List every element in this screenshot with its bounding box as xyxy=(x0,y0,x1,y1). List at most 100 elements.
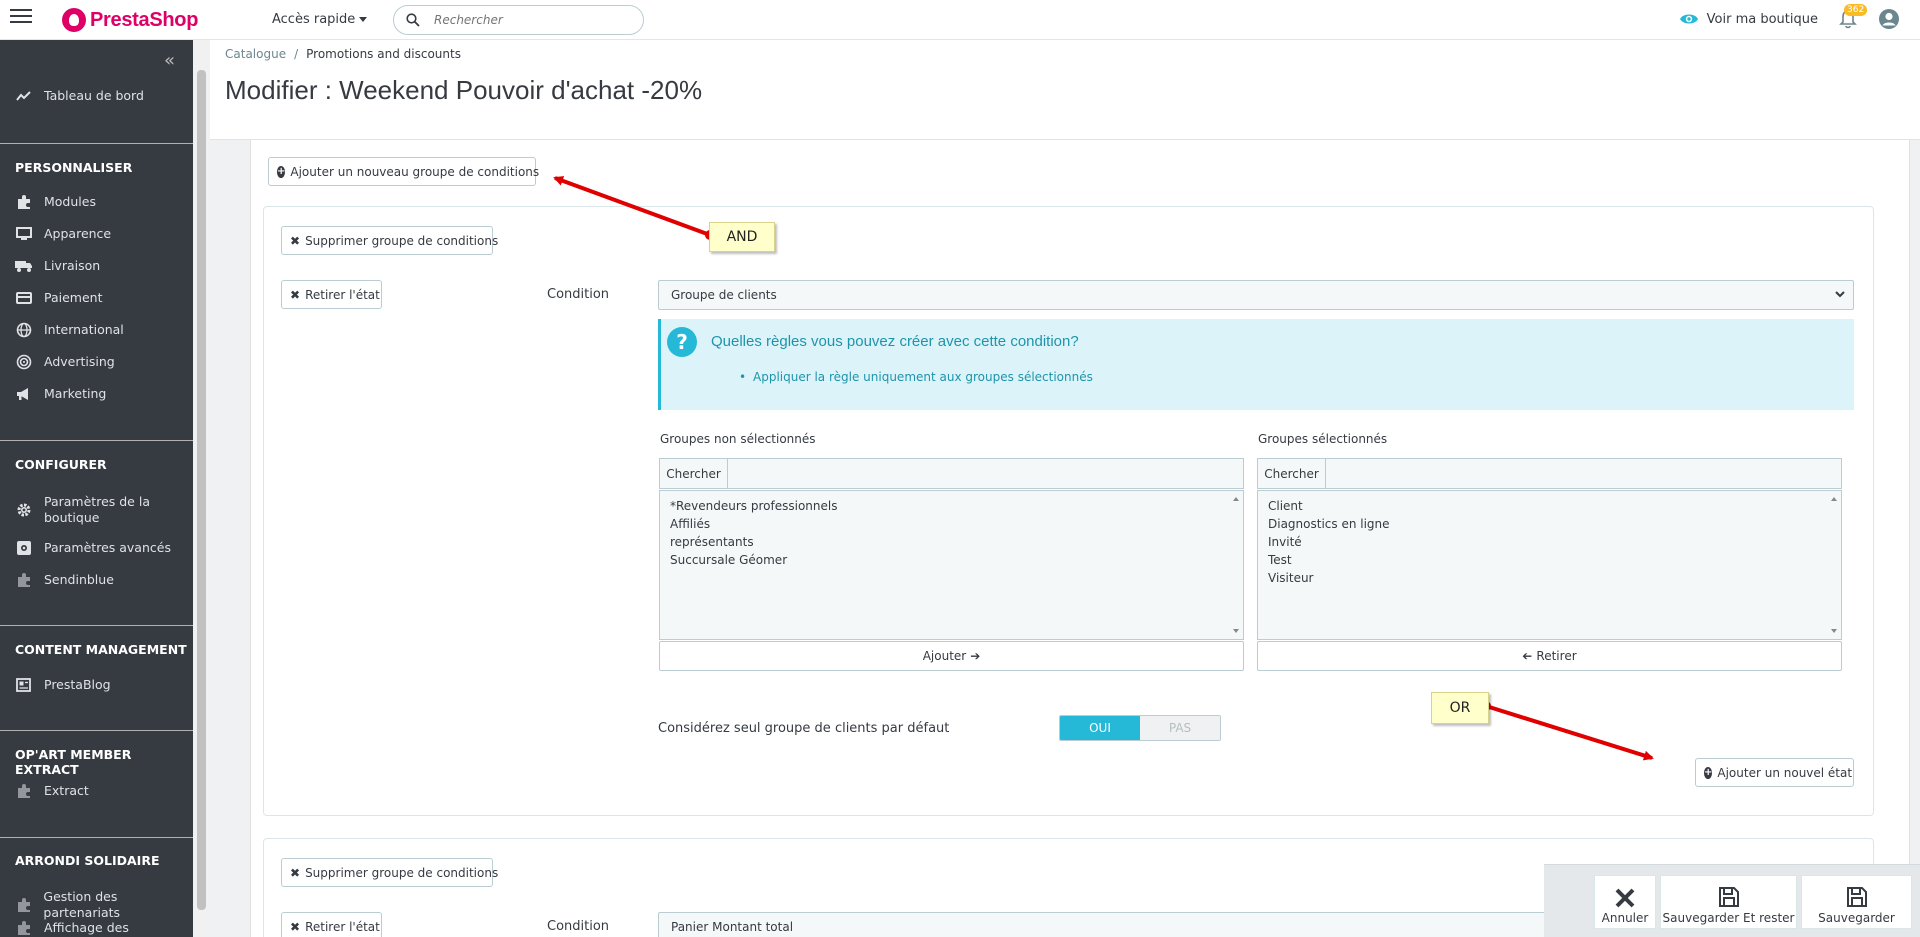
remove-condition-button[interactable]: ✖ Retirer l'état xyxy=(281,280,382,309)
search-input[interactable] xyxy=(434,13,614,27)
list-item[interactable]: Diagnostics en ligne xyxy=(1268,515,1831,533)
plus-circle-icon: + xyxy=(277,165,286,178)
globe-icon xyxy=(16,322,32,338)
caret-down-icon xyxy=(359,17,368,22)
sidebar-item-affichage[interactable]: Affichage des xyxy=(0,920,193,936)
notifications-badge: 362 xyxy=(1844,4,1868,16)
remove-condition-button[interactable]: ✖ Retirer l'état xyxy=(281,912,382,937)
condition-group: ✖ Supprimer groupe de conditions ✖ Retirer… xyxy=(263,206,1874,816)
sidebar-item-parametres-avances[interactable]: Paramètres avancés xyxy=(0,540,193,556)
scrollbar-thumb[interactable] xyxy=(197,70,206,910)
list-item[interactable]: Test xyxy=(1268,551,1831,569)
conditions-panel: + Ajouter un nouveau groupe de conditions… xyxy=(250,140,1910,937)
save-icon xyxy=(1846,887,1867,907)
list-item[interactable]: *Revendeurs professionnels xyxy=(670,497,1233,515)
list-item[interactable]: Invité xyxy=(1268,533,1831,551)
selected-search-input[interactable] xyxy=(1326,459,1841,488)
sidebar-item-apparence[interactable]: Apparence xyxy=(0,226,193,242)
sidebar-scrollbar[interactable] xyxy=(193,40,210,937)
help-box: ? Quelles règles vous pouvez créer avec … xyxy=(658,319,1854,410)
cancel-button[interactable]: Annuler xyxy=(1594,875,1656,929)
breadcrumb: Catalogue / Promotions and discounts xyxy=(225,47,461,61)
help-item: Appliquer la règle uniquement aux groupe… xyxy=(739,370,1093,384)
close-icon: ✖ xyxy=(290,287,301,302)
sidebar-item-modules[interactable]: Modules xyxy=(0,194,193,210)
list-scrollbar[interactable] xyxy=(1828,492,1840,638)
delete-condition-group-button[interactable]: ✖ Supprimer groupe de conditions xyxy=(281,226,498,255)
toggle-no[interactable]: PAS xyxy=(1140,716,1220,740)
scroll-up-icon[interactable] xyxy=(1233,497,1239,501)
sidebar-item-prestablog[interactable]: PrestaBlog xyxy=(0,677,193,693)
unselected-groups-list[interactable]: *Revendeurs professionnels Affiliés repr… xyxy=(659,490,1244,640)
unselected-search-input[interactable] xyxy=(728,459,1243,488)
megaphone-icon xyxy=(17,388,28,400)
section-title-personnaliser: PERSONNALISER xyxy=(15,160,133,175)
list-item[interactable]: Visiteur xyxy=(1268,569,1831,587)
list-item[interactable]: Client xyxy=(1268,497,1831,515)
sidebar: « Tableau de bord PERSONNALISER Modules … xyxy=(0,40,193,937)
sidebar-item-paiement[interactable]: Paiement xyxy=(0,290,193,306)
selected-groups-search[interactable]: Chercher xyxy=(1257,458,1842,489)
unselected-groups-label: Groupes non sélectionnés xyxy=(660,432,816,446)
settings-box-icon xyxy=(17,541,31,555)
sidebar-item-extract[interactable]: Extract xyxy=(0,783,193,799)
section-title-opart-member-extract: OP'ART MEMBER EXTRACT xyxy=(15,747,132,777)
sidebar-item-dashboard[interactable]: Tableau de bord xyxy=(0,88,193,104)
save-button[interactable]: Sauvegarder xyxy=(1801,875,1912,929)
header-search[interactable] xyxy=(393,5,644,35)
profile-icon[interactable] xyxy=(1878,8,1900,30)
collapse-sidebar-icon[interactable]: « xyxy=(164,50,175,71)
close-icon: ✖ xyxy=(290,233,301,248)
sidebar-item-livraison[interactable]: Livraison xyxy=(0,258,193,274)
delete-condition-group-button[interactable]: ✖ Supprimer groupe de conditions xyxy=(281,858,498,887)
sidebar-item-gestion-partenariats[interactable]: Gestion des partenariats xyxy=(0,889,193,921)
sidebar-item-sendinblue[interactable]: Sendinblue xyxy=(0,572,193,588)
breadcrumb-current: Promotions and discounts xyxy=(306,47,461,61)
list-scrollbar[interactable] xyxy=(1230,492,1242,638)
plus-circle-icon: + xyxy=(1704,766,1713,779)
condition-type-select[interactable]: Groupe de clients xyxy=(658,280,1854,310)
scroll-down-icon[interactable] xyxy=(1233,629,1239,633)
puzzle-icon xyxy=(18,921,30,935)
prestashop-logo-icon xyxy=(62,8,86,32)
sidebar-item-advertising[interactable]: Advertising xyxy=(0,354,193,370)
arrow-left-icon: ➔ xyxy=(1522,649,1533,663)
quick-access-dropdown[interactable]: Accès rapide xyxy=(272,12,368,27)
breadcrumb-catalogue[interactable]: Catalogue xyxy=(225,47,286,61)
selected-groups-list[interactable]: Client Diagnostics en ligne Invité Test … xyxy=(1257,490,1842,640)
top-header: PrestaShop Accès rapide Voir ma boutique… xyxy=(0,0,1920,40)
list-item[interactable]: Affiliés xyxy=(670,515,1233,533)
remove-group-button[interactable]: ➔ Retirer xyxy=(1257,641,1842,671)
view-shop-label: Voir ma boutique xyxy=(1706,11,1818,27)
notifications-button[interactable]: 362 xyxy=(1838,4,1868,30)
puzzle-icon xyxy=(18,784,30,798)
section-title-content-management: CONTENT MANAGEMENT xyxy=(15,642,187,657)
menu-icon[interactable] xyxy=(10,5,32,25)
scroll-up-icon[interactable] xyxy=(1831,497,1837,501)
prestashop-logo[interactable]: PrestaShop xyxy=(62,6,198,34)
truck-icon xyxy=(15,261,32,272)
save-toolbar: Annuler Sauvegarder Et rester Sauvegarde… xyxy=(1544,864,1920,937)
add-condition-group-button[interactable]: + Ajouter un nouveau groupe de conditions xyxy=(268,157,539,186)
add-condition-button[interactable]: + Ajouter un nouvel état xyxy=(1695,758,1854,787)
scroll-down-icon[interactable] xyxy=(1831,629,1837,633)
default-group-toggle[interactable]: OUI PAS xyxy=(1059,715,1221,741)
sidebar-divider xyxy=(0,440,193,441)
newspaper-icon xyxy=(16,678,31,692)
trend-icon xyxy=(16,91,31,101)
puzzle-icon xyxy=(18,573,30,587)
toggle-yes[interactable]: OUI xyxy=(1060,716,1140,740)
add-group-button[interactable]: Ajouter ➔ xyxy=(659,641,1244,671)
gear-icon xyxy=(17,503,31,517)
list-item[interactable]: représentants xyxy=(670,533,1233,551)
sidebar-item-international[interactable]: International xyxy=(0,322,193,338)
sidebar-item-marketing[interactable]: Marketing xyxy=(0,386,193,402)
unselected-groups-search[interactable]: Chercher xyxy=(659,458,1244,489)
save-and-stay-button[interactable]: Sauvegarder Et rester xyxy=(1660,875,1797,929)
help-title: Quelles règles vous pouvez créer avec ce… xyxy=(711,333,1079,350)
or-callout: OR xyxy=(1431,692,1489,724)
sidebar-divider xyxy=(0,143,193,144)
view-shop-link[interactable]: Voir ma boutique xyxy=(1679,12,1818,27)
list-item[interactable]: Succursale Géomer xyxy=(670,551,1233,569)
sidebar-item-parametres-boutique[interactable]: Paramètres de la boutique xyxy=(0,494,193,526)
